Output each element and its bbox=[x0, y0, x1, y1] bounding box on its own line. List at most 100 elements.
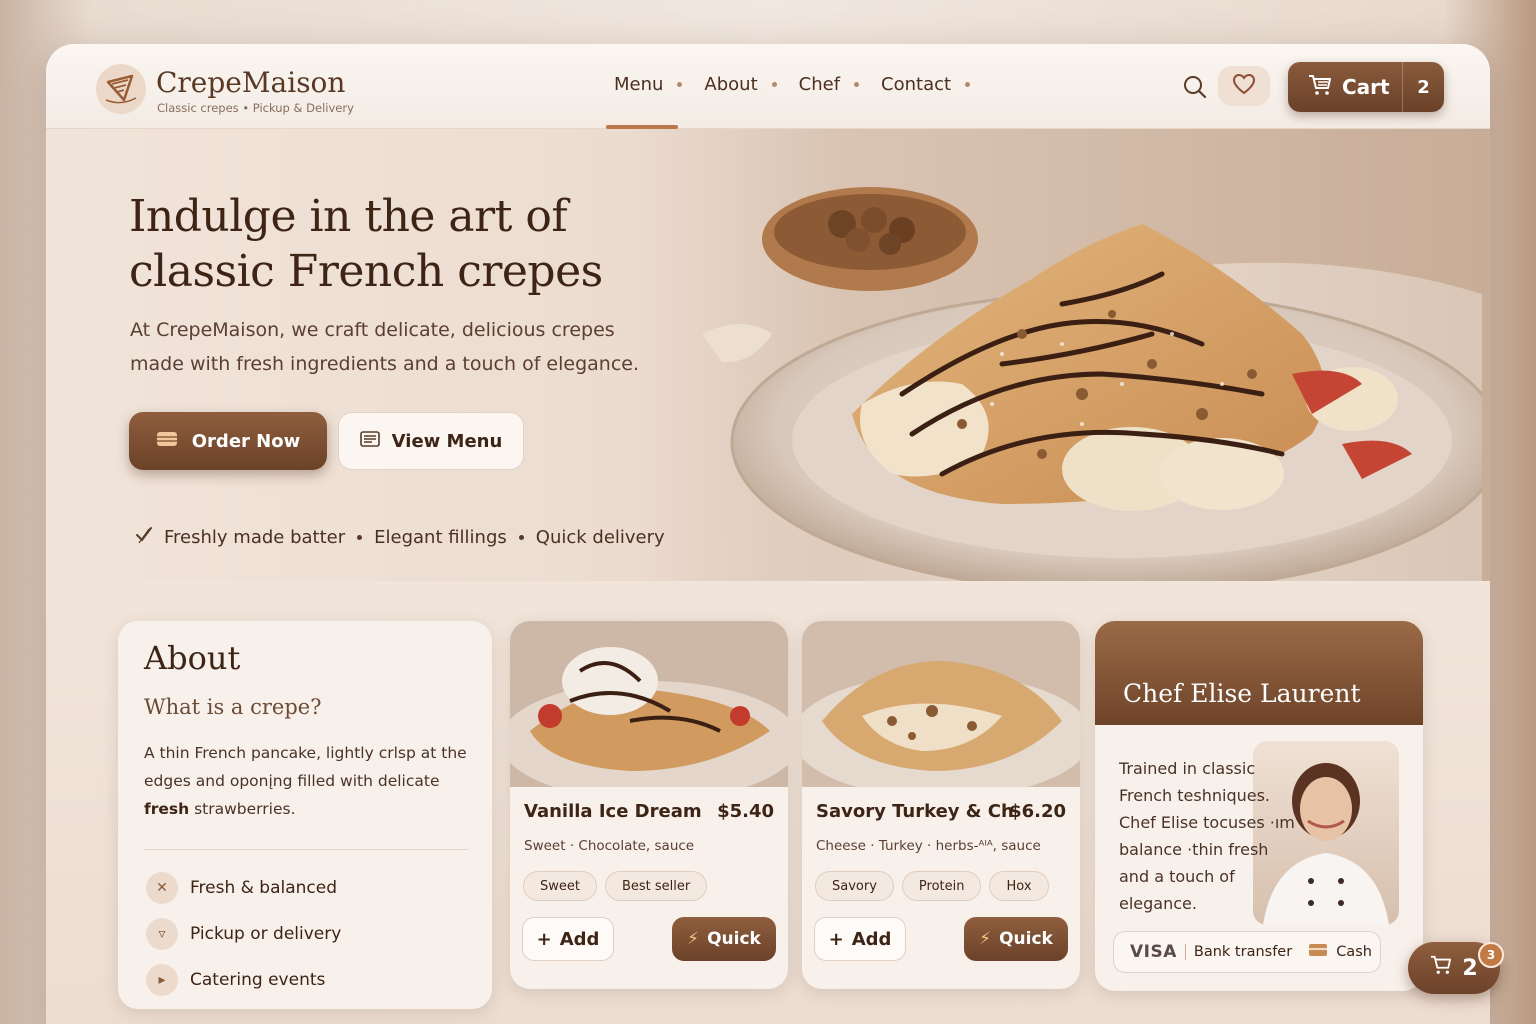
nav-item-label: About bbox=[704, 74, 758, 95]
content-section: About What is a crepe? A thin French pan… bbox=[46, 581, 1490, 1024]
nav-item-menu[interactable]: Menu bbox=[614, 74, 683, 95]
quick-order-button[interactable]: ⚡ Quick bbox=[964, 917, 1068, 961]
lightning-icon: ⚡ bbox=[687, 929, 700, 949]
feature-item: Freshly made batter bbox=[164, 527, 346, 548]
cash-label: Cash bbox=[1336, 944, 1372, 960]
chef-card-header bbox=[1095, 621, 1423, 725]
order-now-label: Order Now bbox=[191, 430, 301, 452]
about-text: A thin French pancake, lightly crlsp at … bbox=[144, 739, 474, 823]
nav-item-contact[interactable]: Contact bbox=[881, 74, 971, 95]
tag-best-seller[interactable]: Best seller bbox=[604, 871, 708, 901]
heart-icon bbox=[1232, 73, 1256, 99]
nav-separator bbox=[854, 82, 860, 87]
nav-separator bbox=[771, 82, 777, 87]
vanilla-crepe-photo bbox=[510, 621, 788, 787]
order-icon bbox=[156, 430, 178, 453]
main-nav: Menu About Chef Contact bbox=[614, 74, 992, 95]
add-button[interactable]: + Add bbox=[814, 917, 906, 961]
menu-book-icon bbox=[359, 430, 380, 452]
list-item: ▸ Catering events bbox=[146, 957, 341, 1003]
tag-protein[interactable]: Protein bbox=[901, 871, 982, 901]
event-icon: ▸ bbox=[146, 964, 178, 996]
list-item: ▿ Pickup or delivery bbox=[146, 911, 341, 957]
item-price: $5.40 bbox=[717, 801, 774, 822]
hero-title: Indulge in the art of classic French cre… bbox=[129, 191, 603, 297]
notification-badge: 3 bbox=[1478, 942, 1504, 968]
view-menu-label: View Menu bbox=[391, 430, 503, 452]
list-item-label: Fresh & balanced bbox=[190, 878, 338, 898]
cash-icon bbox=[1308, 943, 1328, 961]
about-subtitle: What is a crepe? bbox=[144, 695, 322, 719]
view-menu-button[interactable]: View Menu bbox=[338, 412, 524, 470]
tag-hox[interactable]: Hox bbox=[989, 871, 1049, 901]
nav-item-chef[interactable]: Chef bbox=[798, 74, 860, 95]
cart-icon bbox=[1430, 955, 1452, 981]
feature-separator bbox=[357, 535, 363, 540]
favorites-button[interactable] bbox=[1218, 66, 1270, 106]
item-price: $6.20 bbox=[1009, 801, 1066, 822]
cart-label: Cart bbox=[1342, 75, 1390, 99]
cart-button[interactable]: Cart 2 bbox=[1288, 62, 1444, 112]
search-icon[interactable] bbox=[1182, 74, 1208, 104]
add-label: Add bbox=[559, 928, 600, 950]
quick-label: Quick bbox=[707, 929, 761, 949]
chef-card: Chef Elise Laurent Trained in classic Fr… bbox=[1095, 621, 1423, 991]
crepe-plate-image bbox=[702, 187, 1482, 581]
brand-tagline: Classic crepes • Pickup & Delivery bbox=[157, 101, 354, 115]
nav-item-label: Chef bbox=[798, 74, 841, 95]
about-title: About bbox=[144, 639, 241, 677]
bank-transfer-label: Bank transfer bbox=[1193, 944, 1293, 960]
sparkle-icon: ✕ bbox=[146, 872, 178, 904]
list-item-label: Catering events bbox=[190, 970, 326, 990]
item-description: Sweet · Chocolate, sauce bbox=[524, 838, 695, 854]
payment-divider bbox=[1184, 944, 1186, 960]
savory-crepe-photo bbox=[802, 621, 1080, 787]
payment-methods: VISA Bank transfer Cash bbox=[1113, 931, 1381, 973]
list-item-label: Pickup or delivery bbox=[190, 924, 342, 944]
menu-item-card[interactable]: Savory Turkey & Ch $6.20 Cheese · Turkey… bbox=[802, 621, 1080, 989]
about-list: ✕ Fresh & balanced ▿ Pickup or delivery ▸ C… bbox=[146, 865, 341, 1003]
nav-item-label: Menu bbox=[614, 74, 664, 95]
tag-savory[interactable]: Savory bbox=[815, 871, 894, 901]
cart-icon bbox=[1308, 74, 1332, 100]
about-text-part: A thin French pancake, lightly crlsp at … bbox=[144, 744, 467, 790]
feature-item: Elegant fillings bbox=[374, 527, 507, 548]
hero-features: Freshly made batter Elegant fillings Qui… bbox=[134, 525, 665, 550]
order-now-button[interactable]: Order Now bbox=[129, 412, 327, 470]
chef-name: Chef Elise Laurent bbox=[1123, 679, 1361, 708]
delivery-icon: ▿ bbox=[146, 918, 178, 950]
tag-sweet[interactable]: Sweet bbox=[523, 871, 597, 901]
feature-separator bbox=[518, 535, 524, 540]
item-name: Vanilla Ice Dream bbox=[524, 801, 702, 822]
check-icon bbox=[134, 525, 154, 550]
add-button[interactable]: + Add bbox=[522, 917, 614, 961]
about-text-bold: fresh bbox=[144, 800, 190, 818]
brand-name[interactable]: CrepeMaison bbox=[156, 66, 345, 99]
about-card: About What is a crepe? A thin French pan… bbox=[118, 621, 492, 1009]
about-text-part: strawberries. bbox=[189, 800, 296, 818]
site-header: CrepeMaison Classic crepes • Pickup & De… bbox=[46, 44, 1490, 129]
item-description: Cheese · Turkey · herbs-ᴬᴵᴬ, sauce bbox=[816, 838, 1041, 854]
floating-cart-count: 2 bbox=[1462, 955, 1478, 981]
list-item: ✕ Fresh & balanced bbox=[146, 865, 341, 911]
cart-count-badge: 2 bbox=[1402, 62, 1444, 112]
crepe-logo-icon[interactable] bbox=[96, 64, 146, 114]
nav-separator bbox=[677, 82, 683, 87]
feature-item: Quick delivery bbox=[535, 527, 665, 548]
menu-item-card[interactable]: Vanilla Ice Dream $5.40 Sweet · Chocolat… bbox=[510, 621, 788, 989]
quick-order-button[interactable]: ⚡ Quick bbox=[672, 917, 776, 961]
nav-item-about[interactable]: About bbox=[704, 74, 777, 95]
hero-section: Indulge in the art of classic French cre… bbox=[46, 129, 1490, 581]
add-label: Add bbox=[851, 928, 892, 950]
plus-icon: + bbox=[536, 928, 552, 950]
item-name: Savory Turkey & Ch bbox=[816, 801, 1014, 822]
divider bbox=[144, 849, 468, 850]
app-window: CrepeMaison Classic crepes • Pickup & De… bbox=[46, 44, 1490, 1024]
chef-bio: Trained in classic French teshniques. Ch… bbox=[1119, 759, 1295, 913]
item-tags: Savory Protein Hox bbox=[815, 871, 1049, 901]
item-tags: Sweet Best seller bbox=[523, 871, 708, 901]
hero-description: At CrepeMaison, we craft delicate, delic… bbox=[130, 319, 640, 375]
plus-icon: + bbox=[828, 928, 844, 950]
nav-item-label: Contact bbox=[881, 74, 952, 95]
visa-logo: VISA bbox=[1130, 942, 1177, 962]
